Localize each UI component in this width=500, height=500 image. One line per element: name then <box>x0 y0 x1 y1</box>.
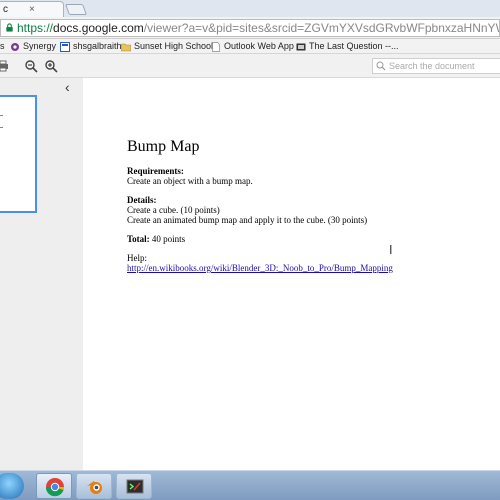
details-line-1: Create a cube. (10 points) <box>127 205 220 215</box>
taskbar <box>0 470 500 500</box>
folder-icon <box>121 43 131 51</box>
close-tab-icon[interactable]: × <box>29 4 35 15</box>
collapse-panel-icon[interactable]: ‹ <box>65 80 77 94</box>
tab-strip: c × <box>0 0 500 17</box>
help-label: Help: <box>127 253 147 263</box>
synergy-icon <box>11 42 19 51</box>
bookmark-label: shsgalbraith <box>73 41 122 51</box>
help-link[interactable]: http://en.wikibooks.org/wiki/Blender_3D:… <box>127 263 393 273</box>
address-bar-row: https://docs.google.com/viewer?a=v&pid=s… <box>0 17 500 39</box>
bookmark-sunset-high-school[interactable]: Sunset High School <box>121 40 213 53</box>
taskbar-item-terminal[interactable] <box>116 473 152 499</box>
search-placeholder: Search the document <box>389 61 475 71</box>
search-document-input[interactable]: Search the document <box>372 58 500 74</box>
new-tab-button[interactable] <box>64 4 88 15</box>
terminal-icon <box>126 479 144 494</box>
address-bar[interactable]: https://docs.google.com/viewer?a=v&pid=s… <box>0 19 500 37</box>
chrome-icon <box>45 478 65 497</box>
details-heading: Details: <box>127 195 157 205</box>
film-icon <box>296 43 306 50</box>
url-scheme: https:// <box>17 21 54 35</box>
total-value: 40 points <box>149 234 186 244</box>
start-button[interactable] <box>0 473 24 499</box>
bookmark-label: s <box>0 41 5 51</box>
bookmark-label: Sunset High School <box>134 41 214 51</box>
viewer-toolbar: Search the document <box>0 54 500 78</box>
document-page: Bump Map Requirements: Create an object … <box>127 138 393 273</box>
tab-title: c <box>3 4 8 15</box>
bookmark-outlook[interactable]: Outlook Web App <box>211 40 294 53</box>
total-line: Total: 40 points <box>127 234 393 244</box>
bookmark-synergy[interactable]: Synergy <box>10 40 56 53</box>
total-label: Total: <box>127 234 150 244</box>
details-line-2: Create an animated bump map and apply it… <box>127 215 368 225</box>
url-host: docs.google.com <box>53 21 144 35</box>
url-path: /viewer?a=v&pid=sites&srcid=ZGVmYXVsdGRv… <box>143 21 499 35</box>
text-cursor-icon: I <box>389 243 393 257</box>
search-icon <box>376 61 386 71</box>
blender-icon <box>87 481 102 494</box>
document-title: Bump Map <box>127 138 200 155</box>
thumbnail-text-line <box>0 127 3 128</box>
taskbar-item-blender[interactable] <box>76 473 112 499</box>
bookmark-label: Outlook Web App <box>224 41 294 51</box>
bookmark-shsgalbraith[interactable]: shsgalbraith <box>60 40 122 53</box>
page-thumbnail[interactable] <box>0 95 37 213</box>
bookmarks-bar: s Synergy shsgalbraith Sunset High Schoo… <box>0 39 500 54</box>
browser-tab[interactable]: c × <box>0 1 64 17</box>
bookmark-label: Synergy <box>23 41 57 51</box>
requirements-heading: Requirements: <box>127 166 184 176</box>
lock-icon <box>6 23 13 32</box>
taskbar-item-chrome[interactable] <box>36 473 72 499</box>
screen: c × https://docs.google.com/viewer?a=v&p… <box>0 0 500 500</box>
bookmark-apps[interactable]: s <box>0 40 5 53</box>
thumbnail-text-line <box>0 115 3 116</box>
zoom-in-icon[interactable] <box>44 59 58 73</box>
requirements-text: Create an object with a bump map. <box>127 176 253 186</box>
page-icon <box>212 41 220 52</box>
bookmark-last-question[interactable]: The Last Question --... <box>296 40 399 53</box>
thumbnail-panel: ‹ <box>0 78 83 470</box>
zoom-out-icon[interactable] <box>24 59 38 73</box>
document-viewer: Bump Map Requirements: Create an object … <box>83 78 500 470</box>
site-icon <box>60 41 70 52</box>
bookmark-label: The Last Question --... <box>309 41 399 51</box>
print-icon[interactable] <box>0 59 10 73</box>
